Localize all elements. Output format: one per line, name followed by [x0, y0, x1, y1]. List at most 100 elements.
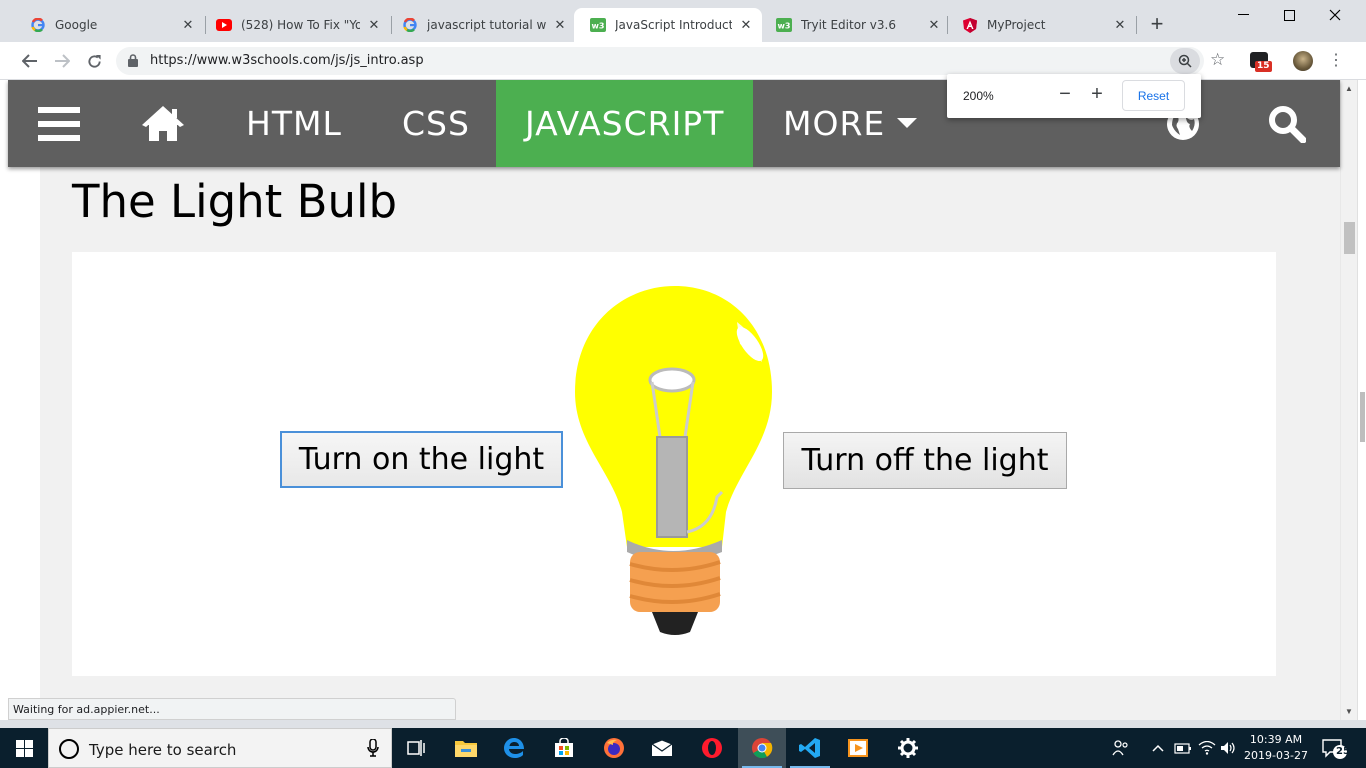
- reload-button[interactable]: [83, 50, 105, 72]
- menu-icon[interactable]: ⋮: [1328, 50, 1344, 70]
- edge-icon: [504, 738, 524, 758]
- edge-button[interactable]: [490, 728, 538, 768]
- notification-count: 25: [1336, 746, 1350, 757]
- tab-close-icon[interactable]: ✕: [926, 18, 942, 33]
- file-explorer-button[interactable]: [442, 728, 490, 768]
- tab-close-icon[interactable]: ✕: [1112, 18, 1128, 33]
- forward-button[interactable]: [51, 50, 73, 72]
- new-tab-button[interactable]: +: [1147, 13, 1167, 35]
- media-player-button[interactable]: [834, 728, 882, 768]
- page-viewport: HTML CSS JAVASCRIPT MORE The Light Bulb …: [0, 80, 1366, 720]
- volume-icon[interactable]: [1220, 728, 1238, 768]
- tab-strip: Google ✕ (528) How To Fix "Your ✕ javasc…: [0, 0, 1366, 42]
- close-window-button[interactable]: [1312, 0, 1358, 30]
- scrollbar-thumb[interactable]: [1344, 222, 1355, 254]
- home-button[interactable]: [142, 80, 184, 167]
- tab-close-icon[interactable]: ✕: [366, 18, 382, 33]
- wifi-icon[interactable]: [1198, 728, 1216, 768]
- turn-on-light-button[interactable]: Turn on the light: [280, 431, 563, 488]
- tab-youtube[interactable]: (528) How To Fix "Your ✕: [200, 8, 390, 42]
- zoom-indicator-button[interactable]: [1170, 48, 1200, 74]
- address-bar[interactable]: https://www.w3schools.com/js/js_intro.as…: [116, 47, 1225, 75]
- svg-text:w3: w3: [592, 22, 605, 31]
- media-player-icon: [848, 739, 868, 757]
- lock-icon: [128, 54, 138, 72]
- battery-icon[interactable]: [1174, 728, 1192, 768]
- angular-icon: [962, 17, 978, 33]
- hamburger-icon: [38, 106, 80, 141]
- youtube-icon: [216, 17, 232, 33]
- zoom-in-button[interactable]: +: [1089, 83, 1105, 106]
- firefox-button[interactable]: [590, 728, 638, 768]
- nav-javascript[interactable]: JAVASCRIPT: [496, 80, 753, 167]
- tab-javascript-introduction[interactable]: w3 JavaScript Introduction ✕: [574, 8, 762, 42]
- vscode-icon: [799, 738, 820, 758]
- tab-google-search[interactable]: javascript tutorial w3sc ✕: [386, 8, 576, 42]
- opera-button[interactable]: [688, 728, 736, 768]
- scroll-down-arrow-icon[interactable]: ▼: [1345, 707, 1353, 716]
- tab-title: Tryit Editor v3.6: [801, 18, 896, 32]
- tab-google[interactable]: Google ✕: [14, 8, 204, 42]
- zoom-out-button[interactable]: −: [1057, 83, 1073, 106]
- light-bulb-image[interactable]: [572, 282, 782, 652]
- tab-tryit-editor[interactable]: w3 Tryit Editor v3.6 ✕: [760, 8, 950, 42]
- mail-icon: [651, 740, 673, 756]
- turn-off-light-button[interactable]: Turn off the light: [783, 432, 1067, 489]
- side-panel-edge: [1357, 80, 1366, 720]
- tab-separator: [1136, 16, 1137, 34]
- zoom-level: 200%: [963, 89, 994, 103]
- tab-close-icon[interactable]: ✕: [738, 18, 754, 33]
- zoom-reset-button[interactable]: Reset: [1122, 80, 1185, 111]
- url-text: https://www.w3schools.com/js/js_intro.as…: [150, 53, 424, 68]
- scroll-up-arrow-icon[interactable]: ▲: [1345, 84, 1353, 93]
- minimize-button[interactable]: [1220, 0, 1266, 30]
- task-view-button[interactable]: [392, 728, 440, 768]
- windows-taskbar: Type here to search 10:39 AM 2019-03-27 …: [0, 728, 1366, 768]
- tab-title: Google: [55, 18, 98, 32]
- action-center-button[interactable]: 25: [1322, 738, 1350, 765]
- taskbar-search-box[interactable]: Type here to search: [48, 728, 392, 768]
- start-button[interactable]: [0, 728, 48, 768]
- nav-html[interactable]: HTML: [246, 80, 342, 167]
- nav-more-label: MORE: [783, 104, 886, 143]
- chrome-button[interactable]: [738, 728, 786, 768]
- maximize-button[interactable]: [1266, 0, 1312, 30]
- svg-text:w3: w3: [778, 22, 791, 31]
- arrow-left-icon: [22, 54, 37, 68]
- clock-time: 10:39 AM: [1249, 733, 1303, 746]
- tab-myproject[interactable]: MyProject ✕: [946, 8, 1136, 42]
- people-icon[interactable]: [1112, 728, 1130, 768]
- microphone-icon[interactable]: [367, 738, 379, 762]
- nav-more[interactable]: MORE: [783, 80, 918, 167]
- extension-icon[interactable]: 15: [1250, 52, 1272, 72]
- clock-date: 2019-03-27: [1244, 749, 1308, 762]
- task-view-icon: [407, 740, 425, 756]
- search-button[interactable]: [1268, 80, 1306, 167]
- show-hidden-icons-chevron-icon[interactable]: [1152, 728, 1164, 768]
- folder-icon: [455, 741, 477, 757]
- mail-button[interactable]: [638, 728, 686, 768]
- tab-close-icon[interactable]: ✕: [552, 18, 568, 33]
- back-button[interactable]: [19, 50, 41, 72]
- screen: Google ✕ (528) How To Fix "Your ✕ javasc…: [0, 0, 1366, 768]
- profile-avatar[interactable]: [1293, 51, 1313, 71]
- page-scrollbar[interactable]: ▲ ▼: [1340, 80, 1357, 720]
- w3schools-icon: w3: [590, 17, 606, 33]
- settings-button[interactable]: [884, 728, 932, 768]
- reload-icon: [87, 54, 101, 68]
- extension-badge: 15: [1255, 61, 1272, 72]
- hamburger-menu-button[interactable]: [38, 80, 80, 167]
- system-clock[interactable]: 10:39 AM 2019-03-27: [1244, 732, 1308, 764]
- search-icon: [1269, 105, 1306, 143]
- maximize-icon: [1283, 9, 1295, 21]
- nav-css[interactable]: CSS: [402, 80, 470, 167]
- store-button[interactable]: [540, 728, 588, 768]
- tab-close-icon[interactable]: ✕: [180, 18, 196, 33]
- left-margin: [8, 80, 40, 720]
- tab-title: JavaScript Introduction: [615, 18, 732, 32]
- vscode-button[interactable]: [786, 728, 834, 768]
- side-panel-marker: [1360, 392, 1365, 442]
- bookmark-star-icon[interactable]: ☆: [1210, 50, 1225, 70]
- tab-title: (528) How To Fix "Your: [241, 18, 360, 32]
- firefox-icon: [604, 738, 624, 758]
